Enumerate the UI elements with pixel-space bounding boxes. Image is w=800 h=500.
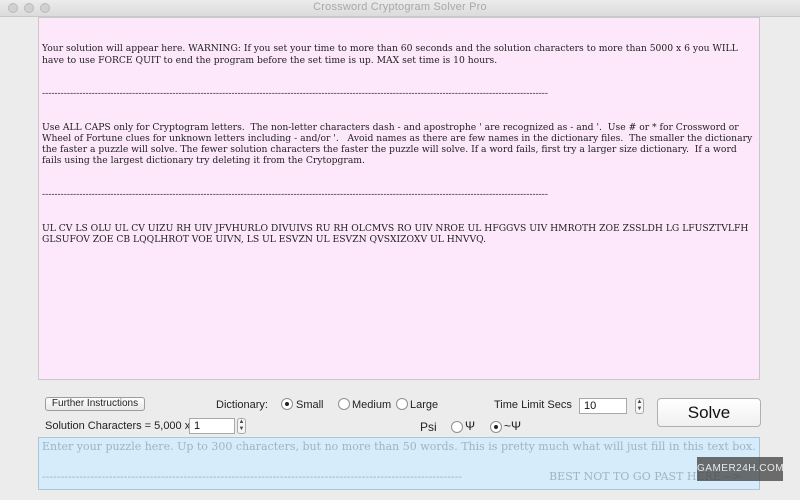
puzzle-input-placeholder: Enter your puzzle here. Up to 300 charac…: [42, 440, 756, 453]
time-limit-stepper[interactable]: ▲ ▼: [635, 398, 644, 414]
not-psi-option-label: ~Ψ: [504, 419, 522, 433]
solution-characters-label: Solution Characters = 5,000 x: [45, 420, 191, 432]
dictionary-medium-label: Medium: [352, 399, 392, 411]
psi-label: Psi: [420, 420, 437, 434]
title-bar: Crossword Cryptogram Solver Pro: [0, 0, 800, 17]
output-separator: ----------------------------------------…: [42, 88, 549, 100]
dictionary-label: Dictionary:: [216, 399, 268, 411]
dictionary-medium-radio[interactable]: [338, 398, 350, 410]
solution-output-area[interactable]: Your solution will appear here. WARNING:…: [38, 17, 760, 380]
solution-warning-text: Your solution will appear here. WARNING:…: [42, 43, 741, 66]
watermark-logo: GAMER24H.COM: [697, 457, 784, 481]
solution-characters-stepper[interactable]: ▲ ▼: [237, 418, 246, 434]
time-limit-input[interactable]: 10: [579, 398, 627, 414]
cryptogram-text: UL CV LS OLU UL CV UIZU RH UIV JFVHURLO …: [42, 222, 752, 245]
psi-option-label: Ψ: [465, 419, 476, 433]
dictionary-small-label: Small: [296, 399, 324, 411]
instructions-text: Use ALL CAPS only for Cryptogram letters…: [42, 121, 756, 167]
solve-button[interactable]: Solve: [657, 398, 761, 427]
solution-characters-input[interactable]: 1: [189, 418, 235, 434]
dictionary-large-radio[interactable]: [396, 398, 408, 410]
not-psi-radio[interactable]: [490, 421, 502, 433]
dictionary-large-label: Large: [410, 399, 439, 411]
window-title: Crossword Cryptogram Solver Pro: [313, 1, 487, 13]
psi-radio[interactable]: [451, 421, 463, 433]
further-instructions-button[interactable]: Further Instructions: [45, 397, 145, 411]
output-separator: ----------------------------------------…: [42, 189, 549, 201]
time-limit-label: Time Limit Secs: [494, 399, 572, 411]
puzzle-input-area[interactable]: Enter your puzzle here. Up to 300 charac…: [38, 437, 760, 490]
dictionary-small-radio[interactable]: [281, 398, 293, 410]
